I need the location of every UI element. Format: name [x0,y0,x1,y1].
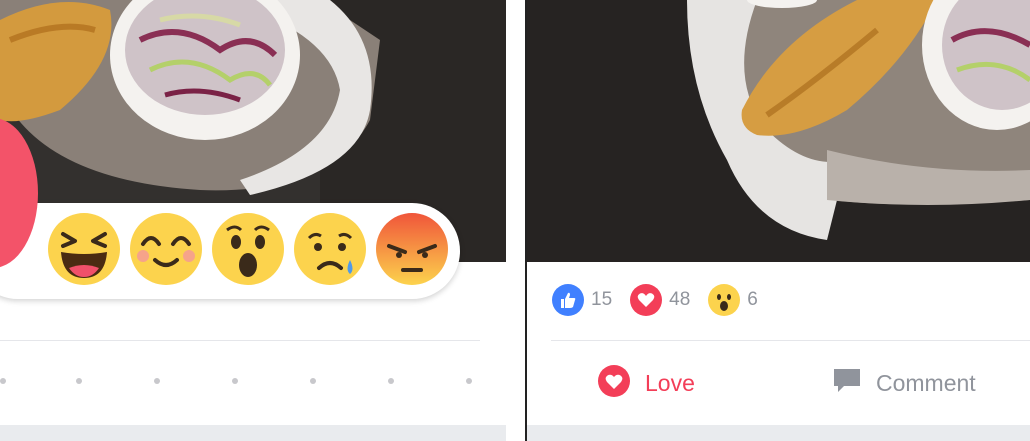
food-photo [527,0,1030,262]
wow-count-label: 6 [747,289,758,310]
love-button[interactable]: Love [597,358,695,408]
dot [232,378,238,384]
dot [76,378,82,384]
comment-button-label: Comment [876,369,976,396]
comment-button[interactable]: Comment [832,358,976,408]
dot [388,378,394,384]
right-post-panel: 15 48 6 Love Comment [527,0,1030,441]
thumbs-up-icon [552,284,584,316]
love-count[interactable]: 48 [630,284,690,316]
smiling-face-icon[interactable] [129,212,203,286]
like-count[interactable]: 15 [552,284,612,316]
reaction-counts[interactable]: 15 48 6 [552,284,776,316]
laughing-face-icon[interactable] [47,212,121,286]
love-count-label: 48 [669,289,691,310]
wow-count[interactable]: 6 [708,284,758,316]
dot [310,378,316,384]
dot [0,378,6,384]
love-button-label: Love [645,369,695,396]
heart-icon [630,284,663,316]
angry-face-icon[interactable] [375,212,449,286]
like-count-label: 15 [591,289,613,310]
feed-gap [527,425,1030,441]
food-photo-illustration [527,0,1030,262]
surprised-face-icon[interactable] [211,212,285,286]
dot [154,378,160,384]
panel-divider [506,0,527,441]
divider-line [0,340,480,341]
heart-icon [597,364,631,403]
left-post-panel [0,0,506,441]
dot [466,378,472,384]
surprised-face-icon [708,284,741,316]
post-actions: Love Comment [527,358,1030,408]
comment-icon [832,366,862,401]
feed-gap [0,425,506,441]
divider-line [551,340,1030,341]
crying-face-icon[interactable] [293,212,367,286]
